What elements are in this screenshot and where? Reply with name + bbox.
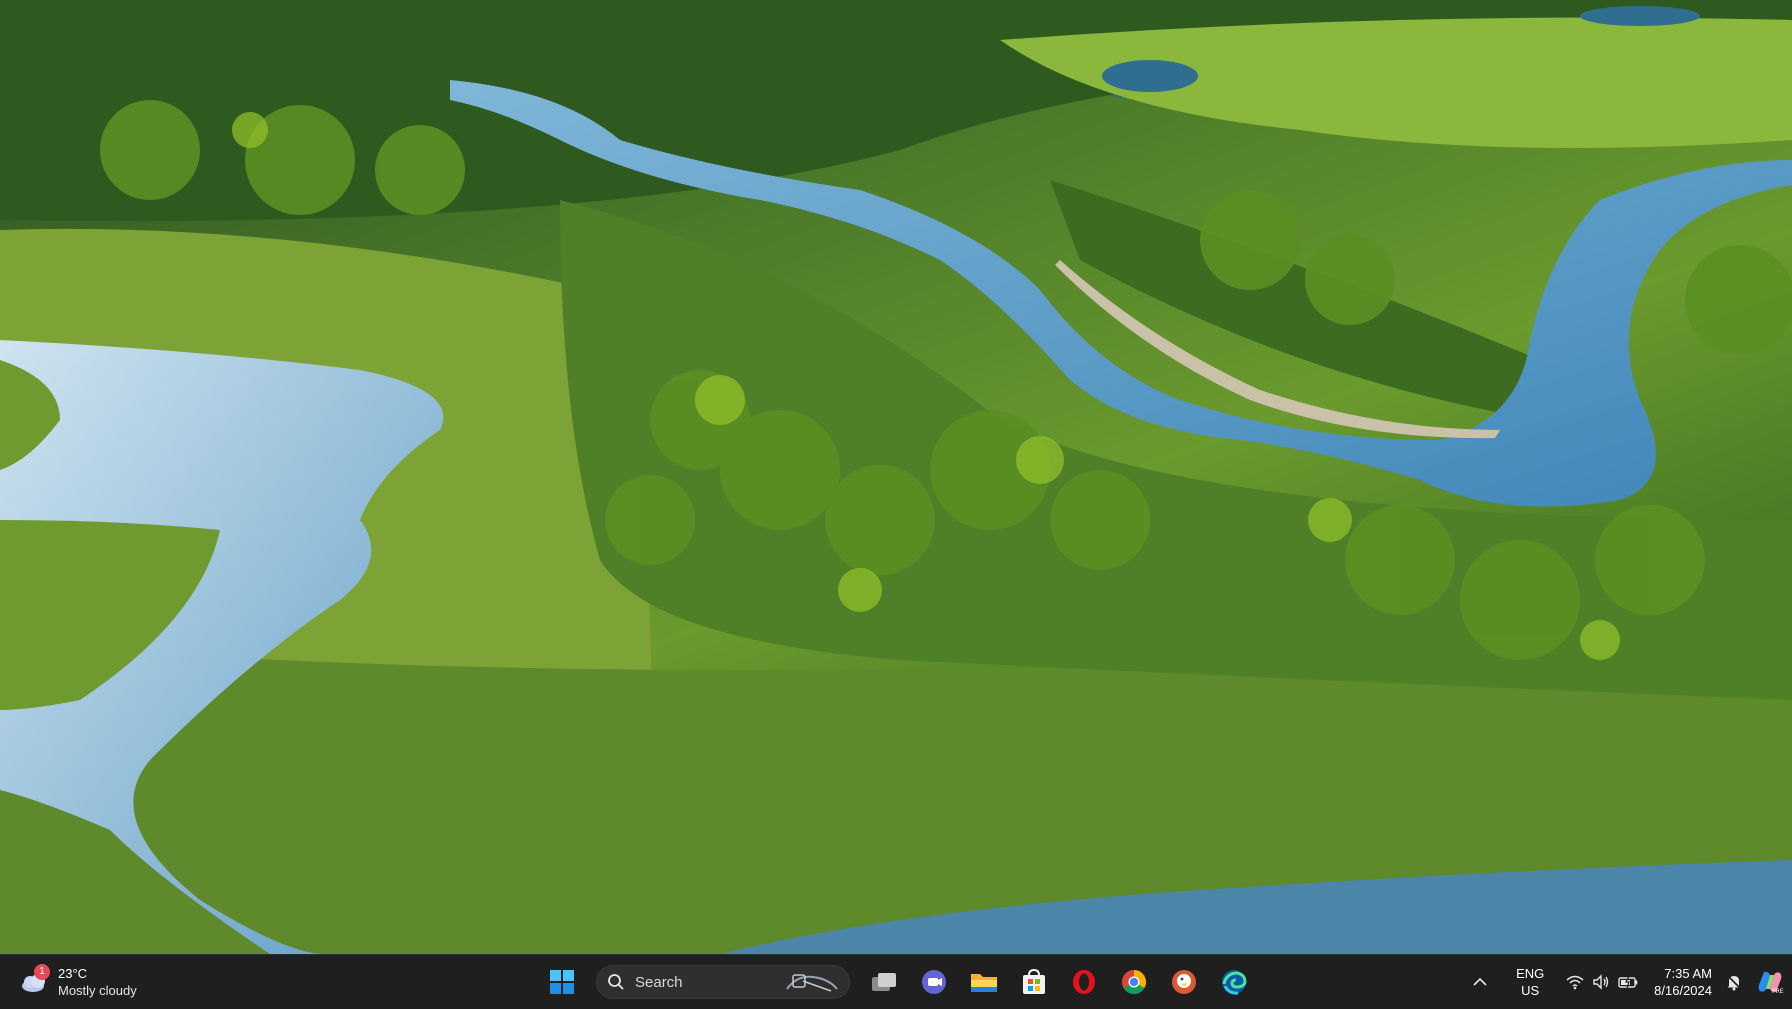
chevron-up-icon [1473,977,1487,986]
task-view-icon [872,973,896,991]
opera-button[interactable] [1062,962,1106,1002]
volume-icon [1593,974,1609,990]
weather-widget[interactable]: 1 23°C Mostly cloudy [20,963,170,1001]
edge-icon [1222,970,1247,995]
keyboard-layout: US [1521,983,1540,998]
taskbar-center: Search [540,960,1256,1004]
weather-condition: Mostly cloudy [58,983,137,998]
weather-alert-badge: 1 [34,964,50,980]
duckduckgo-button[interactable] [1162,962,1206,1002]
wifi-icon [1566,975,1584,990]
start-button[interactable] [540,962,584,1002]
teams-chat-icon [922,970,946,994]
language-code: ENG [1516,966,1545,981]
teams-chat-button[interactable] [912,962,956,1002]
system-tray: ENG US 7:35 AM 8/16/2024 PRE [1460,955,1792,1009]
taskbar: 1 23°C Mostly cloudy Search ENG US 7:35 … [0,954,1792,1009]
notifications-button[interactable] [1720,973,1748,991]
start-menu-icon [550,970,574,994]
battery-icon [1618,975,1638,989]
clock-date: 8/16/2024 [1654,983,1712,998]
quick-settings-button[interactable] [1560,974,1644,990]
file-explorer-button[interactable] [962,962,1006,1002]
task-view-button[interactable] [862,962,906,1002]
desktop-wallpaper [0,0,1792,954]
chrome-button[interactable] [1112,962,1156,1002]
wallpaper-river-landscape [0,0,1792,954]
weather-temperature: 23°C [58,966,88,981]
edge-button[interactable] [1212,962,1256,1002]
show-hidden-icons-button[interactable] [1460,977,1500,987]
search-label: Search [635,973,683,991]
notification-bell-icon [1726,974,1742,991]
opera-icon [1073,970,1095,994]
file-explorer-icon [971,974,997,992]
svg-text:PRE: PRE [1772,988,1784,995]
language-indicator[interactable]: ENG US [1500,965,1560,999]
search-highlight-icon [786,974,838,992]
cloud-icon: 1 [20,964,50,994]
microsoft-store-button[interactable] [1012,962,1056,1002]
chrome-icon [1121,970,1147,995]
clock-time: 7:35 AM [1664,966,1712,981]
search-icon [608,974,624,990]
microsoft-store-icon [1023,968,1045,994]
clock[interactable]: 7:35 AM 8/16/2024 [1654,965,1712,999]
copilot-button[interactable]: PRE [1748,969,1792,995]
search-box[interactable]: Search [596,965,850,999]
duckduckgo-icon [1172,970,1196,994]
copilot-icon: PRE [1758,971,1784,995]
